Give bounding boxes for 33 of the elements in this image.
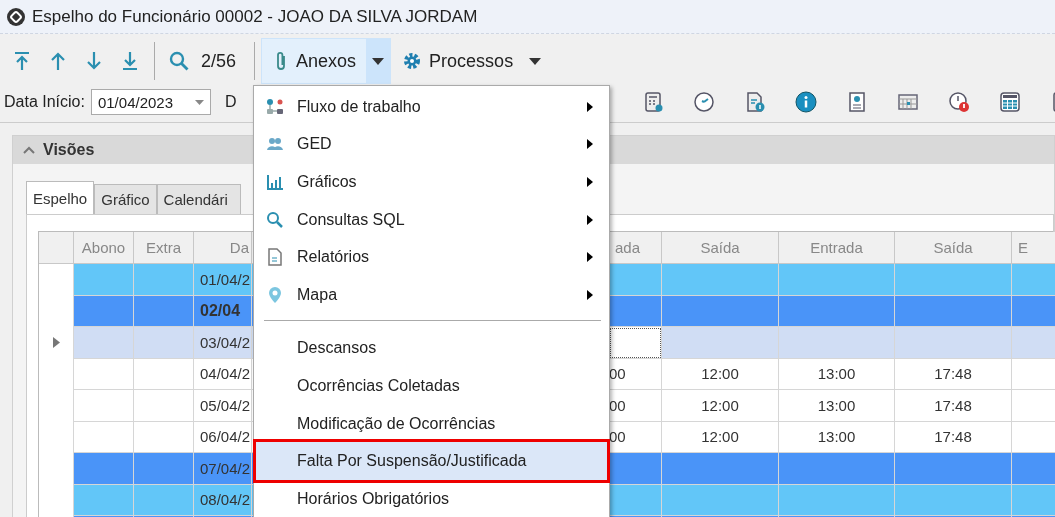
date-text: 02/04 [200, 301, 241, 320]
table-cell: 17:48 [895, 390, 1012, 422]
column-header: E [1012, 232, 1055, 264]
date-text: 05/04/2 [200, 396, 251, 414]
table-cell: 12:00 [662, 390, 779, 422]
table-cell: 00 [609, 390, 662, 422]
date-text: 08/04/2 [200, 491, 251, 509]
date-text: 03/04/2 [200, 333, 251, 351]
column-header: Saída [895, 232, 1012, 264]
date-text: 04/04/2 [200, 365, 251, 383]
table-cell: 12:00 [662, 358, 779, 390]
date-text: 06/04/2 [200, 428, 251, 446]
table-cell: 00 [609, 421, 662, 453]
column-header: ada [609, 232, 662, 264]
table-cell: 00 [609, 358, 662, 390]
date-text: 01/04/2 [200, 270, 251, 288]
window-title: Espelho do Funcionário 00002 - JOAO DA SILVA JORDAM [32, 6, 478, 27]
table-cell: 17:48 [895, 421, 1012, 453]
column-header: Da [194, 232, 252, 264]
table-cell: 17:48 [895, 358, 1012, 390]
table-cell: 13:00 [779, 421, 895, 453]
column-header: Saída [662, 232, 779, 264]
column-header: Extra [134, 232, 194, 264]
end-date-label: D [224, 93, 237, 111]
table-cell: 12:00 [662, 421, 779, 453]
column-header: Abono [74, 232, 134, 264]
panel-title: Visões [43, 141, 95, 159]
table-cell: 13:00 [779, 358, 895, 390]
date-text: 07/04/2 [200, 459, 251, 477]
table-cell: 13:00 [779, 390, 895, 422]
start-date-label: Data Início: [4, 93, 85, 111]
record-counter: 2/56 [201, 50, 237, 72]
column-header: Entrada [779, 232, 895, 264]
